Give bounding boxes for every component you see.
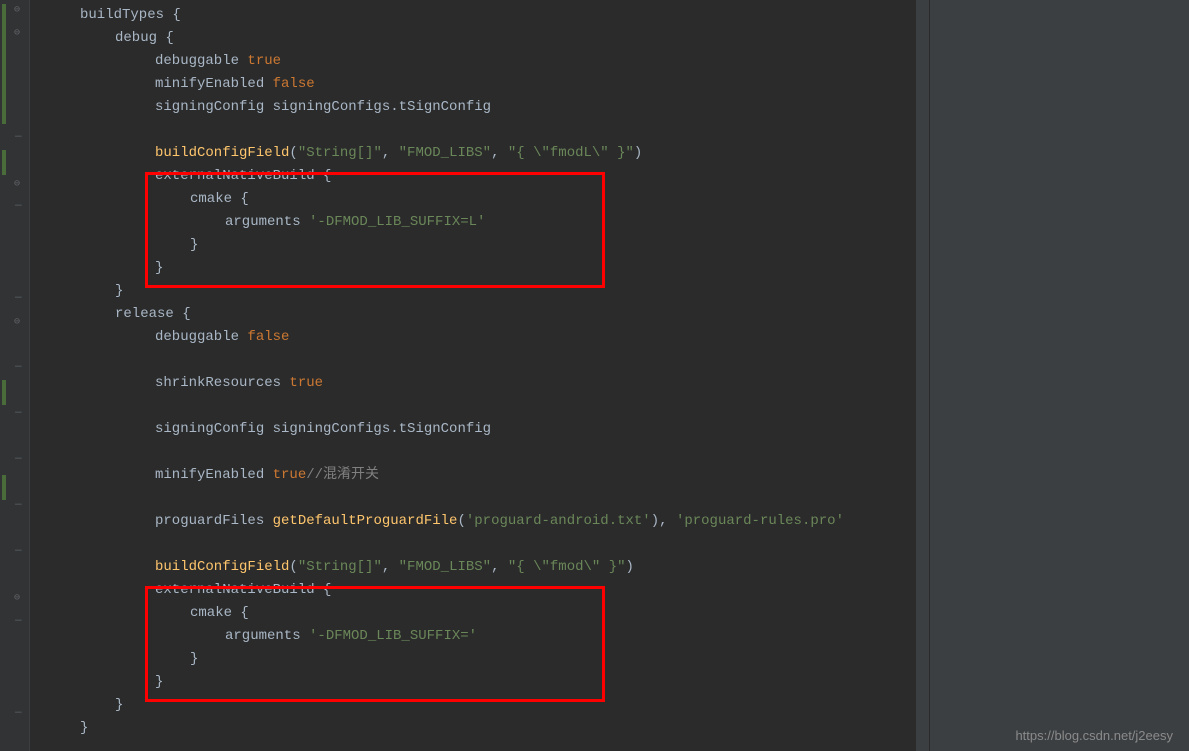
editor-container: ⊖ ⊖ ⊖ ⊖ ⊖ — — — — — — — — — — buildTypes… <box>0 0 1189 751</box>
code-line: arguments '-DFMOD_LIB_SUFFIX=L' <box>30 211 929 234</box>
change-marker <box>2 150 6 175</box>
gutter-dash: — <box>15 407 22 419</box>
code-line: } <box>30 257 929 280</box>
gutter-dash: — <box>15 707 22 719</box>
code-area[interactable]: buildTypes { debug { debuggable true min… <box>30 0 929 751</box>
code-line: externalNativeBuild { <box>30 165 929 188</box>
code-line: debuggable true <box>30 50 929 73</box>
code-line: buildTypes { <box>30 4 929 27</box>
code-line: debug { <box>30 27 929 50</box>
code-line: minifyEnabled true//混淆开关 <box>30 464 929 487</box>
code-line: shrinkResources true <box>30 372 929 395</box>
code-line <box>30 395 929 418</box>
gutter-dash: — <box>15 499 22 511</box>
fold-icon[interactable]: ⊖ <box>14 316 20 328</box>
gutter-dash: — <box>15 292 22 304</box>
code-line <box>30 533 929 556</box>
code-line: } <box>30 694 929 717</box>
code-line <box>30 119 929 142</box>
code-line: } <box>30 280 929 303</box>
code-line: } <box>30 648 929 671</box>
fold-icon[interactable]: ⊖ <box>14 27 20 39</box>
code-line: debuggable false <box>30 326 929 349</box>
gutter-dash: — <box>15 200 22 212</box>
right-panel <box>929 0 1189 751</box>
code-line: cmake { <box>30 188 929 211</box>
code-line: minifyEnabled false <box>30 73 929 96</box>
code-line: } <box>30 717 929 740</box>
fold-icon[interactable]: ⊖ <box>14 4 20 16</box>
code-line: } <box>30 671 929 694</box>
fold-icon[interactable]: ⊖ <box>14 178 20 190</box>
gutter-dash: — <box>15 615 22 627</box>
code-line <box>30 349 929 372</box>
watermark: https://blog.csdn.net/j2eesy <box>1015 728 1173 743</box>
code-line: signingConfig signingConfigs.tSignConfig <box>30 418 929 441</box>
code-line <box>30 441 929 464</box>
code-line <box>30 487 929 510</box>
gutter: ⊖ ⊖ ⊖ ⊖ ⊖ — — — — — — — — — — <box>0 0 30 751</box>
code-line: buildConfigField("String[]", "FMOD_LIBS"… <box>30 142 929 165</box>
code-line: arguments '-DFMOD_LIB_SUFFIX=' <box>30 625 929 648</box>
gutter-dash: — <box>15 361 22 373</box>
fold-icon[interactable]: ⊖ <box>14 592 20 604</box>
scrollbar[interactable] <box>915 0 929 751</box>
code-line: proguardFiles getDefaultProguardFile('pr… <box>30 510 929 533</box>
gutter-dash: — <box>15 131 22 143</box>
code-line: cmake { <box>30 602 929 625</box>
change-marker <box>2 475 6 500</box>
code-line: buildConfigField("String[]", "FMOD_LIBS"… <box>30 556 929 579</box>
code-line: } <box>30 234 929 257</box>
change-marker <box>2 4 6 124</box>
code-line: externalNativeBuild { <box>30 579 929 602</box>
code-line: release { <box>30 303 929 326</box>
code-line: signingConfig signingConfigs.tSignConfig <box>30 96 929 119</box>
gutter-dash: — <box>15 453 22 465</box>
change-marker <box>2 380 6 405</box>
gutter-dash: — <box>15 545 22 557</box>
